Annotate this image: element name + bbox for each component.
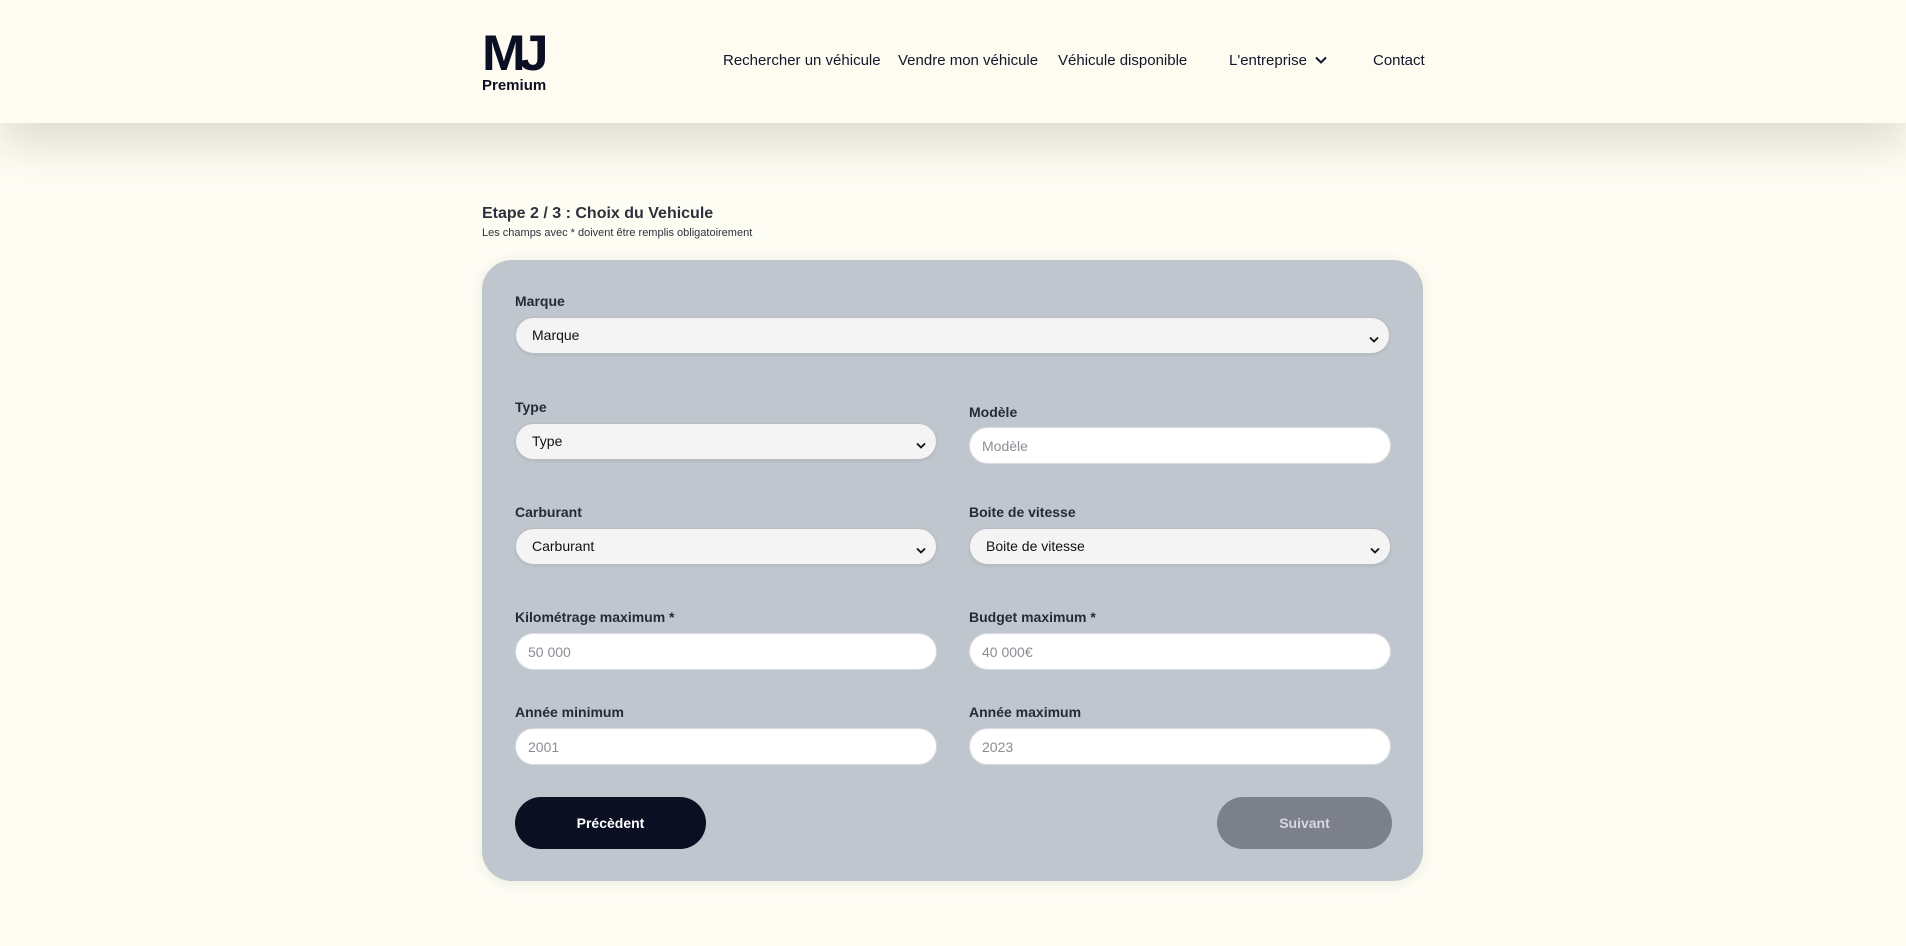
main-nav: Rechercher un véhicule Vendre mon véhicu… (0, 50, 1906, 72)
nav-entreprise[interactable]: L'entreprise (1229, 50, 1327, 72)
nav-vendre-vehicule[interactable]: Vendre mon véhicule (898, 50, 1038, 72)
chevron-down-icon (1370, 542, 1380, 560)
chevron-down-icon (916, 437, 926, 455)
marque-selected-value: Marque (532, 327, 580, 343)
type-selected-value: Type (532, 433, 563, 449)
chevron-down-icon (1369, 331, 1379, 349)
annee-max-label: Année maximum (969, 704, 1082, 720)
nav-vehicule-disponible[interactable]: Véhicule disponible (1058, 50, 1187, 72)
modele-label: Modèle (969, 404, 1018, 420)
annee-max-input[interactable] (969, 728, 1391, 765)
required-fields-note: Les champs avec * doivent être remplis o… (482, 227, 753, 239)
chevron-down-icon (916, 542, 926, 560)
budget-max-input[interactable] (969, 633, 1391, 670)
nav-contact[interactable]: Contact (1373, 50, 1425, 72)
nav-rechercher-vehicule[interactable]: Rechercher un véhicule (723, 50, 881, 72)
boite-vitesse-selected-value: Boite de vitesse (986, 538, 1085, 554)
km-max-label: Kilométrage maximum * (515, 609, 675, 625)
carburant-select[interactable]: Carburant (515, 528, 937, 565)
vehicle-form-card: Marque Marque Type Type Modèle Carburant… (482, 260, 1423, 881)
site-header: MJ Premium Rechercher un véhicule Vendre… (0, 0, 1906, 123)
type-select[interactable]: Type (515, 423, 937, 460)
step-title: Etape 2 / 3 : Choix du Vehicule (482, 205, 714, 222)
annee-min-input[interactable] (515, 728, 937, 765)
km-max-input[interactable] (515, 633, 937, 670)
budget-max-label: Budget maximum * (969, 609, 1096, 625)
nav-entreprise-label: L'entreprise (1229, 52, 1307, 69)
annee-min-label: Année minimum (515, 704, 624, 720)
chevron-down-icon (1315, 49, 1327, 71)
marque-label: Marque (515, 293, 565, 309)
previous-button[interactable]: Précèdent (515, 797, 706, 849)
modele-input[interactable] (969, 427, 1391, 464)
carburant-selected-value: Carburant (532, 538, 595, 554)
boite-vitesse-select[interactable]: Boite de vitesse (969, 528, 1391, 565)
boite-vitesse-label: Boite de vitesse (969, 504, 1076, 520)
type-label: Type (515, 399, 547, 415)
logo-subtitle: Premium (482, 77, 547, 94)
carburant-label: Carburant (515, 504, 582, 520)
next-button[interactable]: Suivant (1217, 797, 1392, 849)
marque-select[interactable]: Marque (515, 317, 1390, 354)
